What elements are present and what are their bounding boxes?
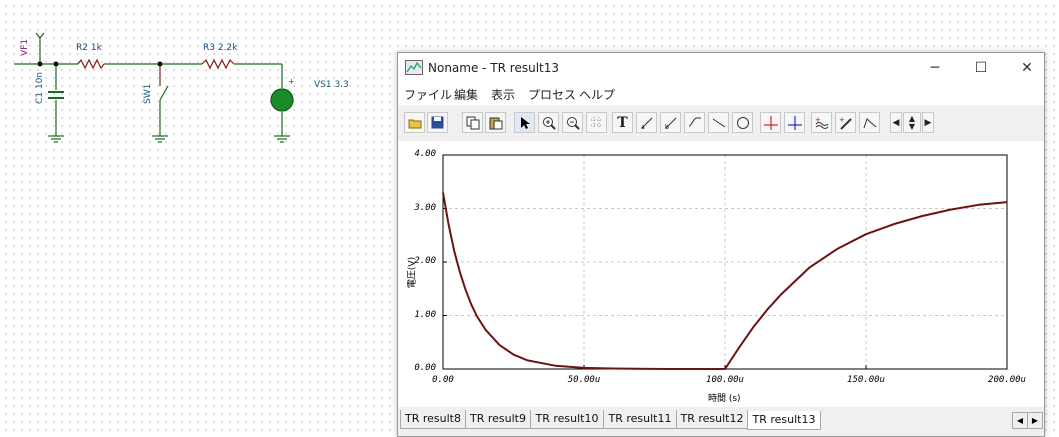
grid-icon[interactable] xyxy=(586,112,607,133)
label-vs1: VS1 3.3 xyxy=(314,80,349,90)
menu-process[interactable]: プロセス xyxy=(528,86,576,103)
title-bar[interactable]: Noname - TR result13 ─ ☐ ✕ xyxy=(398,53,1044,83)
menu-view[interactable]: 表示 xyxy=(491,86,515,103)
app-icon xyxy=(405,60,423,75)
tab-tr-result10[interactable]: TR result10 xyxy=(530,410,604,429)
line-icon[interactable] xyxy=(708,112,729,133)
menu-help[interactable]: ヘルプ xyxy=(579,86,615,103)
tab-tr-result13[interactable]: TR result13 xyxy=(747,411,821,430)
cursor-a-icon[interactable] xyxy=(760,112,781,133)
voltage-source-vs1 xyxy=(270,88,294,112)
zoom-out-icon[interactable] xyxy=(562,112,583,133)
label-r3: R3 2.2k xyxy=(203,43,238,53)
label-r2: R2 1k xyxy=(76,43,103,53)
updown-icon[interactable]: ▲ ▼ xyxy=(903,112,921,133)
corner-icon[interactable] xyxy=(859,112,880,133)
next-icon[interactable]: ▶ xyxy=(922,112,934,133)
result-window[interactable]: Noname - TR result13 ─ ☐ ✕ ファイル 編集 表示 プロ… xyxy=(397,52,1045,437)
resistor-r2 xyxy=(77,58,105,70)
plot-area[interactable]: 電圧(V) 時間 (s) 4.00 3.00 2.00 1.00 0.00 0.00 50.… xyxy=(398,141,1044,407)
y-tick-label: 1.00 xyxy=(414,309,436,320)
save-icon[interactable] xyxy=(427,112,448,133)
prev-icon[interactable]: ◀ xyxy=(890,112,902,133)
close-button[interactable]: ✕ xyxy=(1010,53,1044,83)
add-wave-icon[interactable]: + xyxy=(811,112,832,133)
y-tick-label: 3.00 xyxy=(414,202,436,213)
maximize-button[interactable]: ☐ xyxy=(964,53,998,83)
cursor-b-icon[interactable] xyxy=(784,112,805,133)
transient-chart[interactable] xyxy=(398,141,1044,407)
plus-sign: + xyxy=(288,77,295,86)
tab-tr-result12[interactable]: TR result12 xyxy=(676,410,748,429)
x-tick-label: 0.00 xyxy=(432,375,454,385)
x-axis-label: 時間 (s) xyxy=(708,394,741,404)
tab-scroll-left[interactable]: ◀ xyxy=(1012,412,1028,429)
tab-tr-result8[interactable]: TR result8 xyxy=(400,410,466,429)
menu-file[interactable]: ファイル xyxy=(404,86,452,103)
x-tick-label: 200.00u xyxy=(988,375,1026,385)
x-tick-label: 50.00u xyxy=(567,375,601,385)
zoom-in-icon[interactable] xyxy=(538,112,559,133)
x-tick-label: 150.00u xyxy=(847,375,885,385)
y-tick-label: 0.00 xyxy=(414,363,436,373)
add-probe-icon[interactable]: + xyxy=(835,112,856,133)
arrow-text2-icon[interactable]: b xyxy=(660,112,681,133)
svg-text:a: a xyxy=(641,124,645,130)
arrow-text-icon[interactable]: a xyxy=(636,112,657,133)
y-axis-label: 電圧(V) xyxy=(407,256,418,289)
resistor-r3 xyxy=(201,58,235,70)
result-tabs: TR result8 TR result9 TR result10 TR res… xyxy=(398,410,1044,434)
y-tick-label: 2.00 xyxy=(414,256,436,266)
arrow-text3-icon[interactable] xyxy=(684,112,705,133)
circuit-schematic[interactable]: VF1 R2 1k R3 2.2k C1 10n SW1 VS1 3.3 + xyxy=(0,0,390,160)
toolbar: T a b + + ◀ ▲ ▼ ▶ xyxy=(398,110,1044,138)
svg-text:+: + xyxy=(839,116,845,124)
tab-tr-result11[interactable]: TR result11 xyxy=(603,410,677,429)
svg-text:+: + xyxy=(815,116,821,124)
label-vf1: VF1 xyxy=(20,39,30,56)
menu-edit[interactable]: 編集 xyxy=(454,86,478,103)
minimize-button[interactable]: ─ xyxy=(918,53,952,83)
y-tick-label: 4.00 xyxy=(414,149,436,159)
window-title: Noname - TR result13 xyxy=(428,61,560,75)
open-icon[interactable] xyxy=(404,112,425,133)
menu-bar: ファイル 編集 表示 プロセス ヘルプ xyxy=(398,83,1044,105)
circle-icon[interactable] xyxy=(732,112,753,133)
pointer-icon[interactable] xyxy=(514,112,535,133)
label-sw1: SW1 xyxy=(143,84,153,104)
copy-icon[interactable] xyxy=(462,112,483,133)
tab-scroll-right[interactable]: ▶ xyxy=(1027,412,1043,429)
paste-icon[interactable] xyxy=(485,112,506,133)
svg-text:b: b xyxy=(665,124,669,130)
text-icon[interactable]: T xyxy=(612,112,633,133)
x-tick-label: 100.00u xyxy=(706,375,744,385)
tab-tr-result9[interactable]: TR result9 xyxy=(465,410,531,429)
label-c1: C1 10n xyxy=(35,72,45,104)
